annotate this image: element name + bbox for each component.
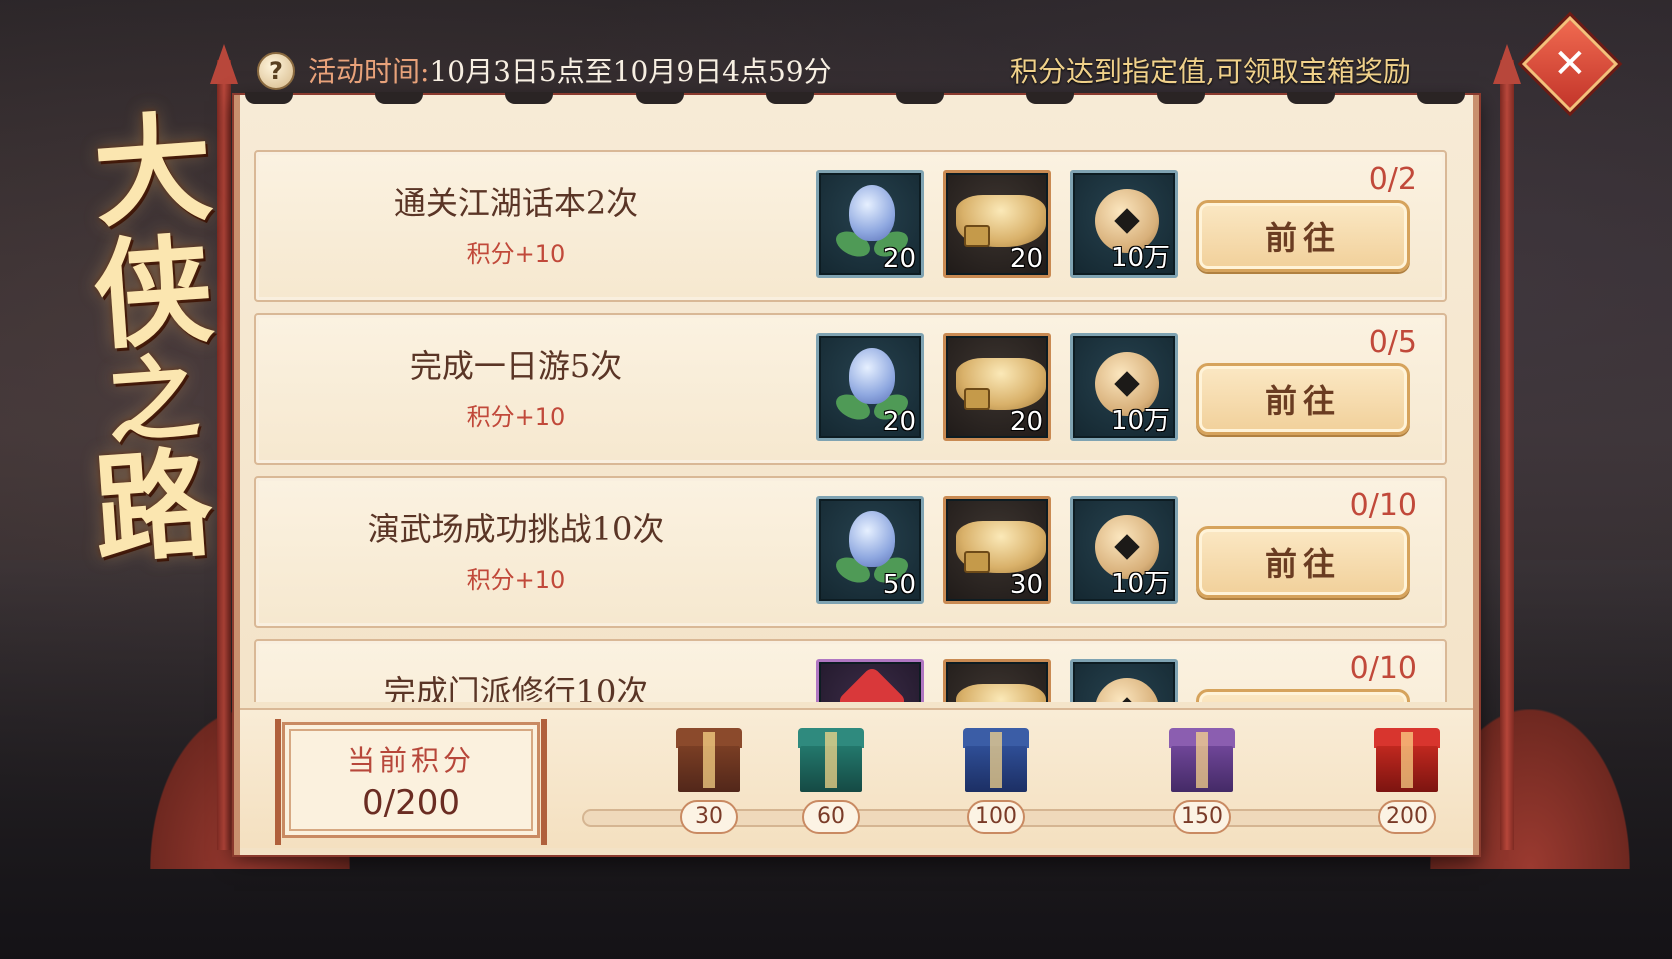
current-score-box: 当前积分 0/200	[275, 719, 547, 845]
reward-slot[interactable]	[816, 659, 924, 702]
lock-icon	[964, 388, 990, 410]
task-title: 通关江湖话本2次	[393, 184, 639, 222]
scroll-hooks	[245, 92, 1465, 108]
milestone-label: 150	[1173, 800, 1231, 834]
reward-slot[interactable]: 30	[943, 496, 1051, 604]
event-title-char: 路	[89, 433, 217, 580]
event-title-char: 大	[89, 97, 217, 244]
event-title: 大 侠 之 路	[78, 97, 228, 580]
task-row: 完成门派修行10次 0/10	[254, 639, 1447, 702]
reward-count: 20	[882, 407, 916, 437]
milestone-label: 200	[1378, 800, 1436, 834]
purple-chest-icon[interactable]	[1169, 728, 1235, 792]
reward-count: 50	[882, 570, 916, 600]
activity-time: 活动时间:10月3日5点至10月9日4点59分	[308, 52, 832, 92]
reward-slot[interactable]: 20	[943, 333, 1051, 441]
close-icon: ✕	[1553, 40, 1587, 87]
reward-count: 20	[882, 244, 916, 274]
go-button[interactable]	[1196, 689, 1410, 702]
reward-slot[interactable]: 10万	[1070, 333, 1178, 441]
reward-slot[interactable]: 20	[816, 333, 924, 441]
reward-slot[interactable]	[943, 659, 1051, 702]
reward-slot[interactable]: 20	[943, 170, 1051, 278]
copper-coin-icon	[1095, 678, 1159, 702]
reward-slot[interactable]	[1070, 659, 1178, 702]
go-button[interactable]: 前往	[1196, 200, 1410, 272]
milestone-label: 100	[967, 800, 1025, 834]
go-button[interactable]: 前往	[1196, 526, 1410, 598]
pole-tip-right	[1493, 44, 1521, 84]
task-points: 积分+10	[466, 240, 566, 268]
task-title: 演武场成功挑战10次	[367, 510, 665, 548]
reward-slot[interactable]: 10万	[1070, 496, 1178, 604]
reward-count: 20	[1009, 244, 1043, 274]
reward-slot[interactable]: 50	[816, 496, 924, 604]
task-progress: 0/10	[1349, 488, 1417, 523]
green-chest-icon[interactable]	[798, 728, 864, 792]
go-button[interactable]: 前往	[1196, 363, 1410, 435]
reward-count: 10万	[1110, 406, 1170, 436]
red-knot-icon	[836, 665, 908, 702]
event-title-char: 侠	[89, 219, 217, 366]
task-row: 演武场成功挑战10次 积分+10 50 30 10万 0/10 前往	[254, 476, 1447, 628]
reward-slot[interactable]: 20	[816, 170, 924, 278]
reward-slot[interactable]: 10万	[1070, 170, 1178, 278]
lock-icon	[964, 225, 990, 247]
blue-chest-icon[interactable]	[963, 728, 1029, 792]
reward-count: 10万	[1110, 243, 1170, 273]
milestone-label: 30	[680, 800, 738, 834]
activity-time-label: 活动时间:	[308, 55, 430, 88]
reward-count: 10万	[1110, 569, 1170, 599]
task-title: 完成一日游5次	[409, 347, 623, 385]
task-progress: 0/5	[1368, 325, 1417, 360]
pole-tip-left	[210, 44, 238, 84]
help-icon[interactable]: ?	[257, 52, 295, 90]
lock-icon	[964, 551, 990, 573]
activity-time-value: 10月3日5点至10月9日4点59分	[429, 55, 832, 88]
current-score-value: 0/200	[362, 783, 460, 823]
red-chest-icon[interactable]	[1374, 728, 1440, 792]
reward-hint: 积分达到指定值,可领取宝箱奖励	[1010, 55, 1411, 88]
banner-pole-right	[1500, 60, 1514, 850]
task-title: 完成门派修行10次	[383, 673, 649, 702]
task-row: 完成一日游5次 积分+10 20 20 10万 0/5 前往	[254, 313, 1447, 465]
task-points: 积分+10	[466, 403, 566, 431]
task-list[interactable]: 通关江湖话本2次 积分+10 20 20 10万 0/2 前往 完成一日游5次 …	[254, 150, 1447, 702]
reward-count: 20	[1009, 407, 1043, 437]
milestone-label: 60	[802, 800, 860, 834]
brown-chest-icon[interactable]	[676, 728, 742, 792]
task-row: 通关江湖话本2次 积分+10 20 20 10万 0/2 前往	[254, 150, 1447, 302]
current-score-label: 当前积分	[346, 744, 475, 777]
task-progress: 0/10	[1349, 651, 1417, 686]
reward-count: 30	[1009, 570, 1043, 600]
task-points: 积分+10	[466, 566, 566, 594]
locked-ingot-icon	[956, 684, 1046, 702]
task-progress: 0/2	[1368, 162, 1417, 197]
